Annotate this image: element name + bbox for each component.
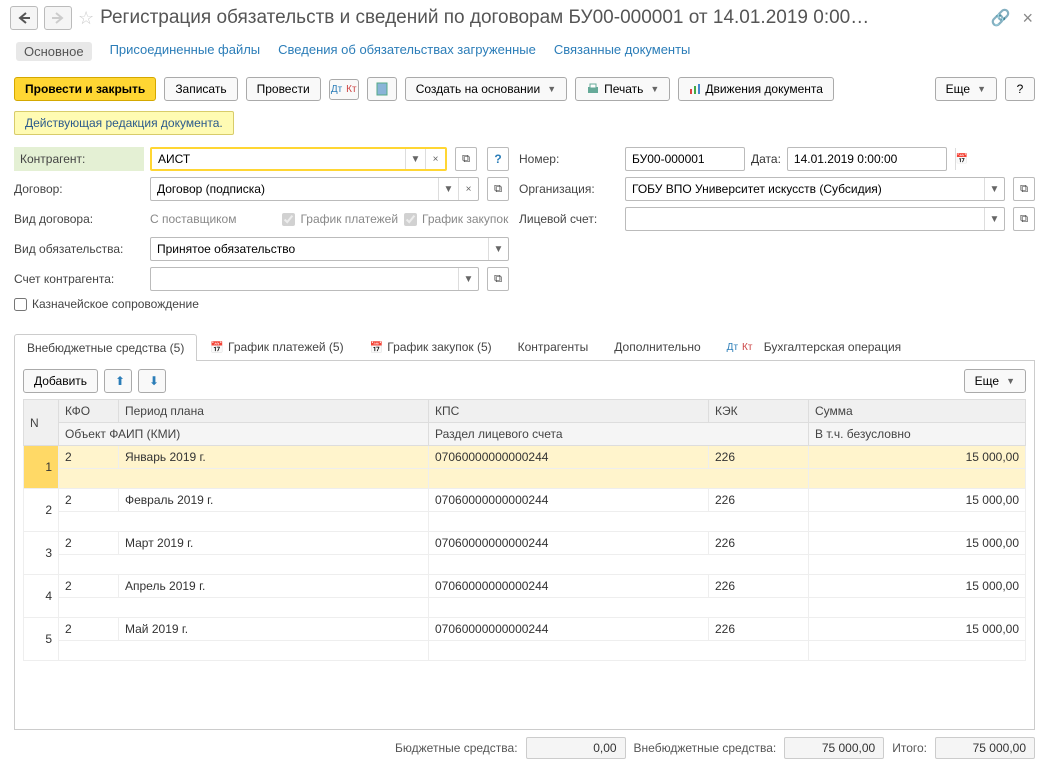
tab-offbudget[interactable]: Внебюджетные средства (5) <box>14 334 197 361</box>
open-external-icon[interactable]: ⧉ <box>487 177 509 201</box>
col-kfo[interactable]: КФО <box>59 400 119 423</box>
favorite-star-icon[interactable]: ☆ <box>78 8 94 29</box>
table-row-sub[interactable] <box>24 598 1026 618</box>
contract-input[interactable] <box>151 180 438 198</box>
obligation-type-input[interactable] <box>151 240 488 258</box>
counterparty-account-label: Счет контрагента: <box>14 272 144 286</box>
tab-main[interactable]: Основное <box>16 42 92 61</box>
col-n[interactable]: N <box>24 400 59 446</box>
tab-loaded[interactable]: Сведения об обязательствах загруженные <box>278 42 536 61</box>
dropdown-icon[interactable]: ▼ <box>984 178 1004 200</box>
calendar-icon[interactable]: 📅 <box>955 148 968 170</box>
print-button[interactable]: Печать▼ <box>575 77 670 101</box>
col-kek[interactable]: КЭК <box>709 400 809 423</box>
tab-additional[interactable]: Дополнительно <box>601 333 713 360</box>
open-external-icon[interactable]: ⧉ <box>1013 207 1035 231</box>
payment-schedule-checkbox: График платежей <box>282 212 398 226</box>
table-row[interactable]: 3 2Март 2019 г.0706000000000024422615 00… <box>24 532 1026 555</box>
obligation-type-label: Вид обязательства: <box>14 242 144 256</box>
contract-type-label: Вид договора: <box>14 212 144 226</box>
tab-files[interactable]: Присоединенные файлы <box>110 42 261 61</box>
dropdown-icon[interactable]: ▼ <box>488 238 508 260</box>
col-period[interactable]: Период плана <box>119 400 429 423</box>
tab-accounting[interactable]: ДтКт Бухгалтерская операция <box>714 333 915 360</box>
field-help-button[interactable]: ? <box>487 147 509 171</box>
offbudget-label: Внебюджетные средства: <box>634 741 777 755</box>
counterparty-account-input[interactable] <box>151 270 458 288</box>
account-input[interactable] <box>626 210 984 228</box>
clear-icon[interactable]: × <box>425 149 445 169</box>
movements-button[interactable]: Движения документа <box>678 77 834 101</box>
purchase-schedule-checkbox: График закупок <box>404 212 508 226</box>
create-basis-button[interactable]: Создать на основании▼ <box>405 77 567 101</box>
table-more-button[interactable]: Еще▼ <box>964 369 1026 393</box>
move-up-button[interactable]: ⬆ <box>104 369 132 393</box>
col-uncond[interactable]: В т.ч. безусловно <box>809 423 1026 446</box>
close-button[interactable]: × <box>1016 8 1039 29</box>
dropdown-icon[interactable]: ▼ <box>984 208 1004 230</box>
move-down-button[interactable]: ⬇ <box>138 369 166 393</box>
table-row-sub[interactable] <box>24 512 1026 532</box>
post-close-button[interactable]: Провести и закрыть <box>14 77 156 101</box>
col-section[interactable]: Раздел лицевого счета <box>429 423 809 446</box>
tab-related[interactable]: Связанные документы <box>554 42 691 61</box>
tab-counterparties[interactable]: Контрагенты <box>505 333 602 360</box>
org-input[interactable] <box>626 180 984 198</box>
treasury-support-checkbox[interactable]: Казначейское сопровождение <box>14 297 199 311</box>
document-icon-button[interactable] <box>367 77 397 101</box>
offbudget-value: 75 000,00 <box>784 737 884 759</box>
window-title: Регистрация обязательств и сведений по д… <box>100 7 984 29</box>
table-row-sub[interactable] <box>24 641 1026 661</box>
col-faip[interactable]: Объект ФАИП (КМИ) <box>59 423 429 446</box>
dropdown-icon[interactable]: ▼ <box>438 178 458 200</box>
table-row[interactable]: 5 2Май 2019 г.0706000000000024422615 000… <box>24 618 1026 641</box>
add-row-button[interactable]: Добавить <box>23 369 98 393</box>
contract-label: Договор: <box>14 182 144 196</box>
table-row[interactable]: 4 2Апрель 2019 г.0706000000000024422615 … <box>24 575 1026 598</box>
table-row[interactable]: 1 2Январь 2019 г.0706000000000024422615 … <box>24 446 1026 469</box>
budget-label: Бюджетные средства: <box>395 741 518 755</box>
total-value: 75 000,00 <box>935 737 1035 759</box>
table-row-sub[interactable] <box>24 469 1026 489</box>
tab-purchase-schedule[interactable]: 📅График закупок (5) <box>357 333 505 360</box>
total-label: Итого: <box>892 741 927 755</box>
counterparty-label: Контрагент: <box>14 147 144 171</box>
col-sum[interactable]: Сумма <box>809 400 1026 423</box>
col-kps[interactable]: КПС <box>429 400 709 423</box>
open-external-icon[interactable]: ⧉ <box>1013 177 1035 201</box>
notice-banner: Действующая редакция документа. <box>14 111 234 135</box>
table-row[interactable]: 2 2Февраль 2019 г.0706000000000024422615… <box>24 489 1026 512</box>
table-row-sub[interactable] <box>24 555 1026 575</box>
write-button[interactable]: Записать <box>164 77 237 101</box>
clear-icon[interactable]: × <box>458 178 478 200</box>
post-button[interactable]: Провести <box>246 77 321 101</box>
back-button[interactable] <box>10 6 38 30</box>
dtkt-button[interactable]: ДтКт <box>329 79 359 100</box>
org-label: Организация: <box>519 182 619 196</box>
open-external-icon[interactable]: ⧉ <box>455 147 477 171</box>
date-label: Дата: <box>751 152 781 166</box>
link-icon[interactable]: 🔗 <box>991 8 1011 28</box>
dropdown-icon[interactable]: ▼ <box>405 149 425 169</box>
open-external-icon[interactable]: ⧉ <box>487 267 509 291</box>
tab-payment-schedule[interactable]: 📅График платежей (5) <box>197 333 356 360</box>
number-label: Номер: <box>519 152 619 166</box>
account-label: Лицевой счет: <box>519 212 619 226</box>
contract-type-value: С поставщиком <box>150 212 236 226</box>
date-input[interactable] <box>788 150 955 168</box>
data-table: N КФО Период плана КПС КЭК Сумма Объект … <box>23 399 1026 661</box>
forward-button[interactable] <box>44 6 72 30</box>
budget-value: 0,00 <box>526 737 626 759</box>
help-button[interactable]: ? <box>1005 77 1035 101</box>
counterparty-input[interactable] <box>152 150 405 168</box>
dropdown-icon[interactable]: ▼ <box>458 268 478 290</box>
more-button[interactable]: Еще▼ <box>935 77 997 101</box>
